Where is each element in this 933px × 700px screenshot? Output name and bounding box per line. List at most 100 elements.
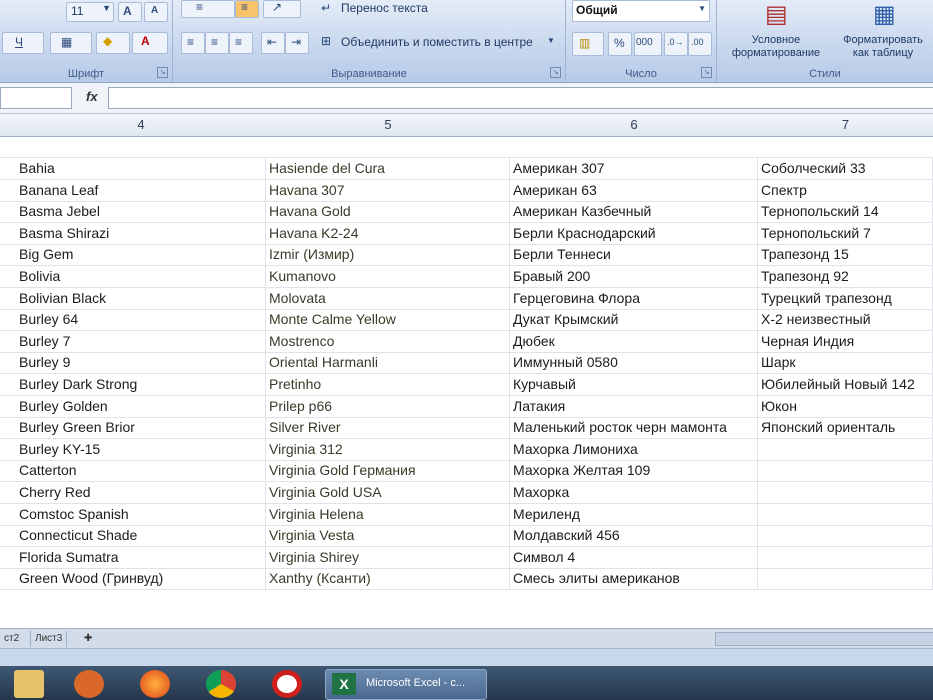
table-cell[interactable]: Molovata (266, 287, 510, 309)
table-cell[interactable]: Спектр (758, 179, 933, 201)
orientation-button[interactable]: ↗ (263, 0, 301, 18)
table-cell[interactable]: Трапезонд 92 (758, 266, 933, 287)
fill-color-button[interactable]: ◆ (96, 32, 130, 54)
table-cell[interactable]: Юбилейный Новый 142 (758, 374, 933, 395)
column-header[interactable]: 7 (758, 114, 933, 137)
explorer-icon[interactable] (14, 670, 44, 698)
table-cell[interactable]: Mostrenco (266, 330, 510, 352)
table-cell[interactable]: Basma Jebel (16, 201, 266, 223)
table-cell[interactable]: Латакия (510, 395, 758, 417)
table-cell[interactable]: Дукат Крымский (510, 309, 758, 331)
formula-input[interactable] (108, 87, 933, 109)
align-center-button[interactable]: ≡ (205, 32, 229, 54)
table-cell[interactable]: Молдавский 456 (510, 525, 758, 547)
firefox-icon[interactable] (140, 670, 170, 698)
table-cell[interactable]: Символ 4 (510, 546, 758, 568)
font-color-button[interactable]: A (132, 32, 168, 54)
table-cell[interactable] (758, 503, 933, 525)
table-cell[interactable]: Bolivian Black (16, 287, 266, 309)
table-cell[interactable]: Burley 7 (16, 330, 266, 352)
table-cell[interactable]: Махорка Желтая 109 (510, 460, 758, 482)
align-bottom-button[interactable]: ≡ (235, 0, 259, 18)
table-cell[interactable]: Соболческий 33 (758, 158, 933, 179)
table-cell[interactable]: Тернопольский 7 (758, 222, 933, 244)
table-cell[interactable]: Green Wood (Гринвуд) (16, 568, 266, 590)
table-cell[interactable]: Kumanovo (266, 266, 510, 287)
table-cell[interactable]: Florida Sumatra (16, 546, 266, 568)
table-cell[interactable]: Американ 307 (510, 158, 758, 179)
table-cell[interactable]: Американ 63 (510, 179, 758, 201)
increase-decimal-button[interactable]: .0→ (664, 32, 688, 56)
shrink-font-button[interactable]: A (144, 2, 168, 22)
table-cell[interactable] (758, 460, 933, 482)
table-cell[interactable] (758, 546, 933, 568)
table-cell[interactable]: Virginia 312 (266, 438, 510, 460)
table-cell[interactable]: Дюбек (510, 330, 758, 352)
table-cell[interactable]: Havana K2-24 (266, 222, 510, 244)
table-cell[interactable]: Турецкий трапезонд (758, 287, 933, 309)
currency-format-button[interactable]: ▥ (572, 32, 604, 56)
insert-sheet-icon[interactable]: ✚ (80, 631, 96, 647)
table-cell[interactable]: Burley 9 (16, 352, 266, 374)
table-cell[interactable]: Иммунный 0580 (510, 352, 758, 374)
table-cell[interactable]: Маленький росток черн мамонта (510, 417, 758, 439)
table-cell[interactable]: Юкон (758, 395, 933, 417)
sheet-tab[interactable]: Лист3 (30, 631, 68, 647)
table-cell[interactable]: Burley Dark Strong (16, 374, 266, 395)
align-left-button[interactable]: ≡ (181, 32, 205, 54)
table-cell[interactable]: Silver River (266, 417, 510, 439)
table-cell[interactable]: Трапезонд 15 (758, 244, 933, 266)
table-cell[interactable]: Burley 64 (16, 309, 266, 331)
decrease-decimal-button[interactable]: .00 (688, 32, 712, 56)
conditional-formatting-button[interactable]: ▤ Условное форматирование (721, 0, 831, 66)
grow-font-button[interactable]: A (118, 2, 142, 22)
table-cell[interactable]: Burley Golden (16, 395, 266, 417)
table-cell[interactable]: Comstoc Spanish (16, 503, 266, 525)
name-box[interactable] (0, 87, 72, 109)
table-cell[interactable]: Prilep p66 (266, 395, 510, 417)
opera-icon[interactable] (272, 670, 302, 698)
table-cell[interactable]: Monte Calme Yellow (266, 309, 510, 331)
chrome-icon[interactable] (206, 670, 236, 698)
font-dialog-launcher-icon[interactable]: ↘ (157, 67, 168, 78)
row-header-corner[interactable] (0, 114, 17, 137)
table-cell[interactable]: Bahia (16, 158, 266, 179)
table-cell[interactable]: Махорка (510, 482, 758, 503)
table-cell[interactable]: Американ Казбечный (510, 201, 758, 223)
table-cell[interactable]: Virginia Gold USA (266, 482, 510, 503)
horizontal-scrollbar[interactable] (715, 632, 933, 646)
table-cell[interactable]: Х-2 неизвестный (758, 309, 933, 331)
table-cell[interactable]: Курчавый (510, 374, 758, 395)
table-cell[interactable]: Izmir (Измир) (266, 244, 510, 266)
table-cell[interactable] (758, 438, 933, 460)
table-cell[interactable]: Японский ориенталь (758, 417, 933, 439)
percent-button[interactable]: % (608, 32, 632, 56)
table-cell[interactable]: Bolivia (16, 266, 266, 287)
table-cell[interactable]: Черная Индия (758, 330, 933, 352)
column-header[interactable]: 5 (266, 114, 511, 137)
table-cell[interactable]: Virginia Shirey (266, 546, 510, 568)
align-top-button[interactable]: ≡ (181, 0, 235, 18)
media-player-icon[interactable] (74, 670, 104, 698)
number-dialog-launcher-icon[interactable]: ↘ (701, 67, 712, 78)
table-cell[interactable]: Pretinho (266, 374, 510, 395)
table-cell[interactable]: Xanthy (Ксанти) (266, 568, 510, 590)
table-cell[interactable]: Big Gem (16, 244, 266, 266)
table-cell[interactable]: Burley KY-15 (16, 438, 266, 460)
decrease-indent-button[interactable]: ⇤ (261, 32, 285, 54)
table-cell[interactable]: Берли Краснодарский (510, 222, 758, 244)
font-size-dropdown[interactable]: 11 ▼ (66, 2, 114, 22)
table-cell[interactable]: Герцеговина Флора (510, 287, 758, 309)
underline-button[interactable]: Ч (2, 32, 44, 54)
sheet-tab[interactable]: ст2 (0, 631, 23, 647)
table-cell[interactable] (758, 525, 933, 547)
borders-button[interactable]: ▦ (50, 32, 92, 54)
number-format-dropdown[interactable]: Общий ▼ (572, 0, 710, 22)
table-cell[interactable]: Virginia Gold Германия (266, 460, 510, 482)
table-cell[interactable]: Virginia Helena (266, 503, 510, 525)
table-cell[interactable]: Мериленд (510, 503, 758, 525)
table-cell[interactable]: Hasiende del Cura (266, 158, 510, 179)
table-cell[interactable] (758, 568, 933, 590)
insert-function-icon[interactable]: fx (86, 89, 98, 104)
wrap-text-button[interactable]: ↵ Перенос текста (319, 0, 489, 18)
